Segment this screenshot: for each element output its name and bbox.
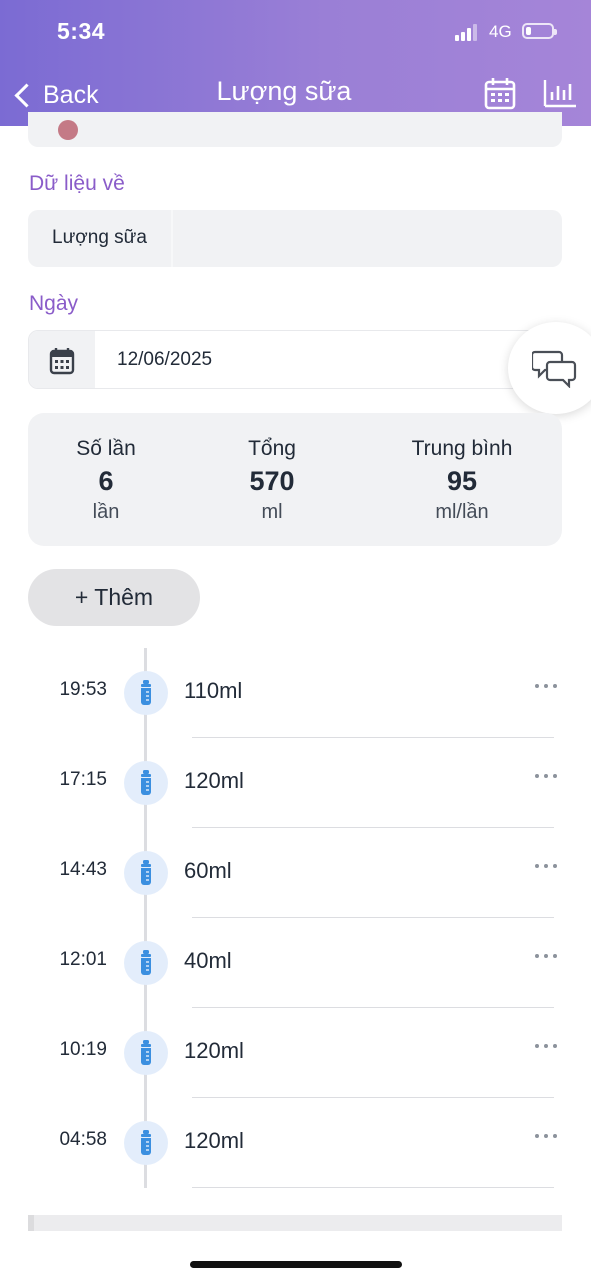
calendar-icon — [49, 348, 75, 375]
stat-count-label: Số lần — [76, 437, 136, 460]
back-label: Back — [43, 80, 99, 109]
more-options-icon[interactable] — [530, 852, 562, 880]
bottle-icon — [124, 851, 168, 895]
feeding-entry[interactable]: 19:53 110ml — [0, 648, 591, 738]
entry-time: 04:58 — [59, 1129, 107, 1150]
network-type: 4G — [489, 22, 512, 41]
bottle-icon — [124, 1031, 168, 1075]
stat-total-unit: ml — [261, 501, 283, 523]
stat-average-unit: ml/lần — [435, 501, 489, 523]
entry-amount: 40ml — [184, 948, 232, 973]
entry-time: 14:43 — [59, 859, 107, 880]
date-field[interactable]: 12/06/2025 — [28, 330, 562, 389]
bottle-icon — [124, 761, 168, 805]
stat-count: Số lần 6 lần — [56, 437, 156, 524]
app-header: 5:34 4G Back Lượng sữa — [0, 0, 591, 126]
back-button[interactable]: Back — [12, 78, 99, 112]
date-value: 12/06/2025 — [117, 349, 213, 370]
stat-total: Tổng 570 ml — [222, 437, 322, 524]
entry-time: 19:53 — [59, 679, 107, 700]
date-label: Ngày — [29, 292, 79, 315]
baby-selector[interactable] — [28, 112, 562, 147]
more-options-icon[interactable] — [530, 942, 562, 970]
bar-chart-icon[interactable] — [543, 76, 577, 112]
feeding-entry[interactable]: 10:19 120ml — [0, 1008, 591, 1098]
signal-icon — [455, 24, 481, 41]
stats-summary: Số lần 6 lần Tổng 570 ml Trung bình 95 m… — [28, 413, 562, 546]
entry-divider — [192, 1187, 554, 1188]
more-options-icon[interactable] — [530, 672, 562, 700]
more-options-icon[interactable] — [530, 1032, 562, 1060]
chevron-left-icon — [14, 82, 39, 108]
calendar-icon[interactable] — [483, 76, 517, 112]
entry-amount: 120ml — [184, 768, 244, 793]
feeding-entry[interactable]: 04:58 120ml — [0, 1098, 591, 1188]
stat-total-label: Tổng — [248, 437, 296, 460]
bottom-section — [28, 1215, 562, 1231]
stat-total-value: 570 — [249, 466, 295, 496]
battery-icon — [522, 23, 557, 39]
feeding-entry[interactable]: 17:15 120ml — [0, 738, 591, 828]
entry-time: 17:15 — [59, 769, 107, 790]
status-time: 5:34 — [57, 18, 106, 44]
feeding-entry[interactable]: 14:43 60ml — [0, 828, 591, 918]
entry-amount: 120ml — [184, 1128, 244, 1153]
entry-amount: 60ml — [184, 858, 232, 883]
home-indicator — [190, 1261, 402, 1268]
entry-time: 10:19 — [59, 1039, 107, 1060]
chat-bubbles-icon — [532, 350, 577, 388]
stat-count-value: 6 — [98, 466, 114, 496]
entry-amount: 110ml — [184, 678, 243, 703]
add-entry-button[interactable]: + Thêm — [28, 569, 200, 626]
data-type-field[interactable]: Lượng sữa — [28, 210, 562, 267]
bottle-icon — [124, 941, 168, 985]
stat-average-value: 95 — [446, 466, 478, 496]
data-type-value: Lượng sữa — [52, 227, 147, 248]
stat-average-label: Trung bình — [411, 437, 513, 460]
feeding-entry[interactable]: 12:01 40ml — [0, 918, 591, 1008]
entry-amount: 120ml — [184, 1038, 244, 1063]
more-options-icon[interactable] — [530, 1122, 562, 1150]
stat-count-unit: lần — [92, 501, 120, 523]
bottle-icon — [124, 1121, 168, 1165]
stat-average: Trung bình 95 ml/lần — [392, 437, 532, 524]
avatar — [58, 120, 78, 140]
bottle-icon — [124, 671, 168, 715]
page-title: Lượng sữa — [216, 76, 352, 106]
data-label: Dữ liệu về — [29, 172, 125, 195]
more-options-icon[interactable] — [530, 762, 562, 790]
chat-button[interactable] — [508, 322, 591, 414]
entry-time: 12:01 — [59, 949, 107, 970]
